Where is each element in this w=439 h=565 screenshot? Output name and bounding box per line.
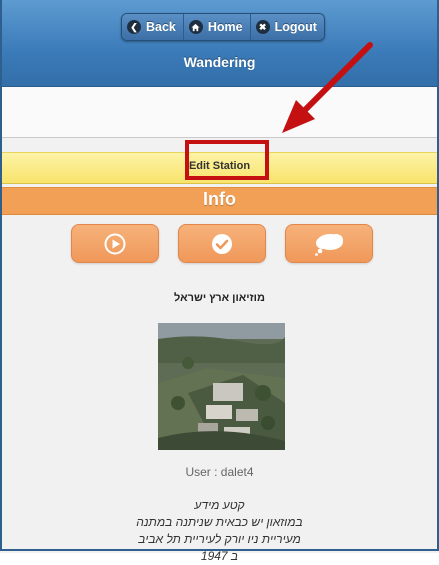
- station-photo: [158, 323, 285, 450]
- play-button[interactable]: [71, 224, 159, 263]
- comment-button[interactable]: [285, 224, 373, 263]
- page-title: Wandering: [183, 54, 256, 70]
- highlight-box: [185, 140, 269, 180]
- check-button[interactable]: [178, 224, 266, 263]
- home-button-label: Home: [207, 20, 243, 34]
- description-line: ב 1947: [200, 549, 239, 563]
- nav-button-group: ❮ Back Home ✖ Logout: [121, 13, 325, 41]
- header-bar: ❮ Back Home ✖ Logout Wandering: [0, 0, 439, 87]
- logout-button-label: Logout: [274, 20, 317, 34]
- home-icon: [188, 20, 203, 34]
- station-name: מוזיאון ארץ ישראל: [174, 292, 265, 304]
- logout-button[interactable]: ✖ Logout: [250, 14, 324, 40]
- station-user: User : dalet4: [185, 465, 254, 479]
- content-band: [0, 87, 439, 138]
- chevron-left-icon: ❮: [127, 20, 141, 34]
- cloud-icon: [315, 233, 343, 256]
- home-button[interactable]: Home: [183, 14, 251, 40]
- close-icon: ✖: [255, 20, 270, 34]
- info-title: Info: [203, 189, 236, 209]
- back-button-label: Back: [146, 20, 176, 34]
- description-line: מעיריית ניו יורק לעיריית תל אביב: [138, 532, 301, 546]
- app-frame: ❮ Back Home ✖ Logout Wandering Edit Stat…: [0, 0, 439, 563]
- check-icon: [212, 233, 232, 254]
- play-icon: [104, 233, 126, 254]
- station-description: קטע מידע במוזאון יש כבאית שניתנה במתנה מ…: [0, 497, 439, 565]
- back-button[interactable]: ❮ Back: [122, 14, 184, 40]
- description-line: במוזאון יש כבאית שניתנה במתנה: [136, 515, 303, 529]
- description-line: קטע מידע: [194, 498, 245, 512]
